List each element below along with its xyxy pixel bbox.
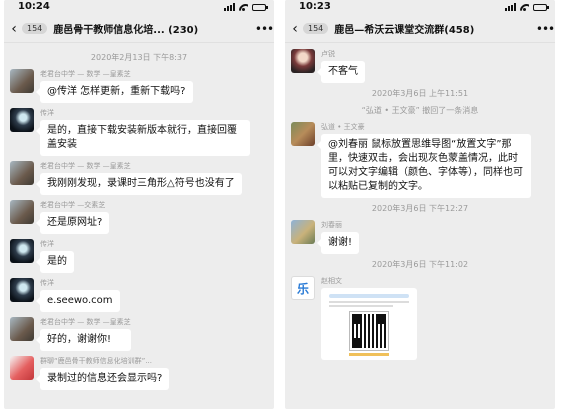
- signal-icon: [224, 3, 235, 11]
- message-item: 群聊“鹿邑骨干教师信息化培训群”... 录制过的信息还会显示吗?: [10, 356, 268, 390]
- message-bubble[interactable]: @传洋 怎样更新，重新下载吗?: [36, 81, 193, 103]
- sender-name: 老君台中学 —交素芝: [40, 201, 106, 209]
- message-bubble[interactable]: 还是原网址?: [35, 212, 110, 234]
- avatar[interactable]: [291, 49, 315, 73]
- avatar[interactable]: [10, 200, 34, 224]
- wifi-icon: [239, 3, 248, 11]
- status-icons: [505, 3, 549, 11]
- card-footer-logo: [349, 353, 389, 356]
- timestamp: 2020年3月6日 下午12:27: [371, 204, 469, 213]
- sender-name: 老君台中学 — 数学 —皇素芝: [40, 70, 131, 78]
- battery-icon: [252, 3, 268, 11]
- battery-icon: [533, 3, 549, 11]
- chat-title-text: 鹿邑骨干教师信息化培...: [53, 25, 165, 36]
- message-bubble[interactable]: 我刚刚发现，录课时三角形△符号也没有了: [36, 173, 242, 195]
- message-item: 乐 赵相文: [291, 276, 549, 360]
- sender-name: 传洋: [40, 109, 54, 117]
- left-chat-screen: 10:24 ‹ 154 鹿邑骨干教师信息化培... (230) ••• 2020…: [4, 0, 274, 409]
- message-item: 刘春丽 谢谢!: [291, 220, 549, 254]
- avatar[interactable]: [10, 317, 34, 341]
- right-chat-screen: 10:23 ‹ 154 鹿邑—希沃云课堂交流群(458) ••• 卢锐 不客气 …: [285, 0, 555, 409]
- more-options-icon[interactable]: •••: [535, 22, 555, 36]
- message-bubble-link[interactable]: e.seewo.com: [36, 290, 120, 312]
- recall-notice: “弘道 • 王文豪” 撤回了一条消息: [361, 106, 479, 115]
- message-bubble[interactable]: 谢谢!: [316, 232, 360, 254]
- member-count: (458): [444, 25, 475, 36]
- message-bubble[interactable]: 不客气: [317, 61, 365, 83]
- message-item: 老君台中学 — 数学 —皇素芝 我刚刚发现，录课时三角形△符号也没有了: [10, 161, 268, 195]
- message-bubble[interactable]: 是的: [36, 251, 74, 273]
- message-bubble[interactable]: 录制过的信息还会显示吗?: [35, 368, 170, 390]
- sender-name: 传洋: [40, 279, 54, 287]
- status-icons: [224, 3, 268, 11]
- qr-code-image-message[interactable]: [321, 288, 417, 360]
- sender-name: 传洋: [40, 240, 54, 248]
- sender-name: 群聊“鹿邑骨干教师信息化培训群”...: [40, 357, 152, 365]
- message-item: 卢锐 不客气: [291, 49, 549, 83]
- member-count: (230): [168, 25, 199, 36]
- message-item: 传洋 e.seewo.com: [10, 278, 268, 312]
- card-text-line: [329, 301, 409, 303]
- message-bubble[interactable]: @刘春丽 鼠标放置思维导图“放置文字”那里，快速双击，会出现灰色蒙盖情况，此时可…: [317, 134, 531, 198]
- wifi-icon: [520, 3, 529, 11]
- status-time: 10:23: [299, 1, 331, 12]
- message-item: 传洋 是的: [10, 239, 268, 273]
- avatar[interactable]: 乐: [291, 276, 315, 300]
- status-time: 10:24: [18, 1, 50, 12]
- avatar[interactable]: [291, 220, 315, 244]
- message-bubble[interactable]: 好的，谢谢你!: [36, 329, 131, 351]
- avatar[interactable]: [10, 161, 34, 185]
- chat-title: 鹿邑—希沃云课堂交流群(458): [334, 21, 535, 36]
- chat-title: 鹿邑骨干教师信息化培... (230): [53, 21, 254, 36]
- message-item: 老君台中学 — 数学 —皇素芝 好的，谢谢你!: [10, 317, 268, 351]
- status-bar: 10:23: [285, 0, 555, 15]
- unread-count-badge[interactable]: 154: [303, 23, 329, 34]
- status-bar: 10:24: [4, 0, 274, 15]
- message-bubble[interactable]: 是的，直接下载安装新版本就行，直接回覆盖安装: [36, 120, 250, 156]
- message-item: 传洋 是的，直接下载安装新版本就行，直接回覆盖安装: [10, 108, 268, 156]
- avatar[interactable]: [291, 122, 315, 146]
- chat-title-text: 鹿邑—希沃云课堂交流群: [334, 25, 445, 36]
- sender-name: 赵相文: [321, 277, 342, 285]
- unread-count-badge[interactable]: 154: [22, 23, 48, 34]
- avatar[interactable]: [10, 69, 34, 93]
- message-list: 2020年2月13日 下午8:37 老君台中学 — 数学 —皇素芝 @传洋 怎样…: [4, 43, 274, 390]
- sender-name: 刘春丽: [321, 221, 342, 229]
- sender-name: 弘道 • 王文豪: [321, 123, 365, 131]
- back-chevron-icon[interactable]: ‹: [6, 21, 22, 37]
- chat-nav-bar: ‹ 154 鹿邑骨干教师信息化培... (230) •••: [4, 15, 274, 43]
- back-chevron-icon[interactable]: ‹: [287, 21, 303, 37]
- message-item: 弘道 • 王文豪 @刘春丽 鼠标放置思维导图“放置文字”那里，快速双击，会出现灰…: [291, 122, 549, 198]
- avatar[interactable]: [10, 108, 34, 132]
- message-item: 老君台中学 — 数学 —皇素芝 @传洋 怎样更新，重新下载吗?: [10, 69, 268, 103]
- card-text-line: [329, 305, 393, 307]
- message-item: 老君台中学 —交素芝 还是原网址?: [10, 200, 268, 234]
- sender-name: 卢锐: [321, 50, 335, 58]
- message-list: 卢锐 不客气 2020年3月6日 上午11:51 “弘道 • 王文豪” 撤回了一…: [285, 43, 555, 360]
- avatar-glyph: 乐: [296, 281, 309, 296]
- sender-name: 老君台中学 — 数学 —皇素芝: [40, 318, 131, 326]
- qr-code-icon: [349, 311, 389, 351]
- more-options-icon[interactable]: •••: [254, 22, 274, 36]
- sender-name: 老君台中学 — 数学 —皇素芝: [40, 162, 131, 170]
- timestamp: 2020年3月6日 上午11:51: [371, 89, 469, 98]
- timestamp: 2020年3月6日 下午11:02: [371, 260, 469, 269]
- card-header: [329, 294, 409, 298]
- screenshot-composite: 10:24 ‹ 154 鹿邑骨干教师信息化培... (230) ••• 2020…: [0, 0, 561, 409]
- signal-icon: [505, 3, 516, 11]
- timestamp: 2020年2月13日 下午8:37: [90, 53, 188, 62]
- avatar[interactable]: [10, 356, 34, 380]
- avatar[interactable]: [10, 278, 34, 302]
- chat-nav-bar: ‹ 154 鹿邑—希沃云课堂交流群(458) •••: [285, 15, 555, 43]
- avatar[interactable]: [10, 239, 34, 263]
